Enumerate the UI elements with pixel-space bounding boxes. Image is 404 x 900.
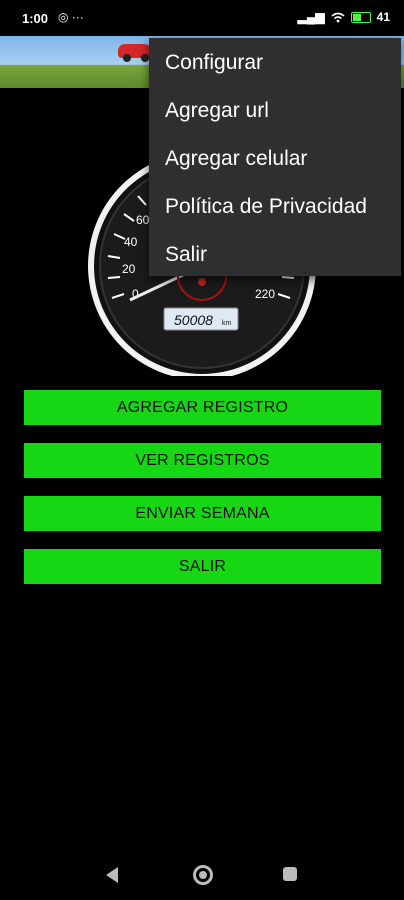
- status-right-group: ▂▄▆ 41: [298, 10, 390, 24]
- menu-item-politica-privacidad[interactable]: Política de Privacidad: [165, 195, 367, 219]
- menu-item-salir[interactable]: Salir: [165, 243, 207, 267]
- menu-item-configurar[interactable]: Configurar: [165, 51, 263, 75]
- add-record-button[interactable]: AGREGAR REGISTRO: [24, 390, 381, 425]
- signal-icon: ▂▄▆: [297, 10, 325, 24]
- send-week-button[interactable]: ENVIAR SEMANA: [24, 496, 381, 531]
- menu-item-agregar-celular[interactable]: Agregar celular: [165, 147, 307, 171]
- back-icon[interactable]: [106, 867, 118, 883]
- tick-label: 220: [255, 287, 275, 301]
- home-icon[interactable]: [193, 865, 213, 885]
- tick-label: 40: [124, 235, 138, 249]
- tick-label: 20: [122, 262, 136, 276]
- status-time: 1:00: [22, 11, 49, 26]
- exit-button[interactable]: SALIR: [24, 549, 381, 584]
- odometer-unit: km: [222, 320, 232, 327]
- battery-percent: 41: [376, 10, 390, 24]
- view-records-button[interactable]: VER REGISTROS: [24, 443, 381, 478]
- odometer-value: 50008: [174, 312, 213, 328]
- overflow-menu: Configurar Agregar url Agregar celular P…: [149, 38, 401, 276]
- wifi-icon: [331, 12, 345, 22]
- battery-icon: [350, 11, 371, 23]
- tick-label: 60: [136, 213, 150, 227]
- menu-item-agregar-url[interactable]: Agregar url: [165, 99, 269, 123]
- status-bar: 1:00 ◎ ··· ▂▄▆ 41: [0, 0, 404, 36]
- notification-icons: ◎ ···: [58, 10, 84, 24]
- system-nav-bar: [0, 855, 404, 900]
- recents-icon[interactable]: [283, 867, 297, 881]
